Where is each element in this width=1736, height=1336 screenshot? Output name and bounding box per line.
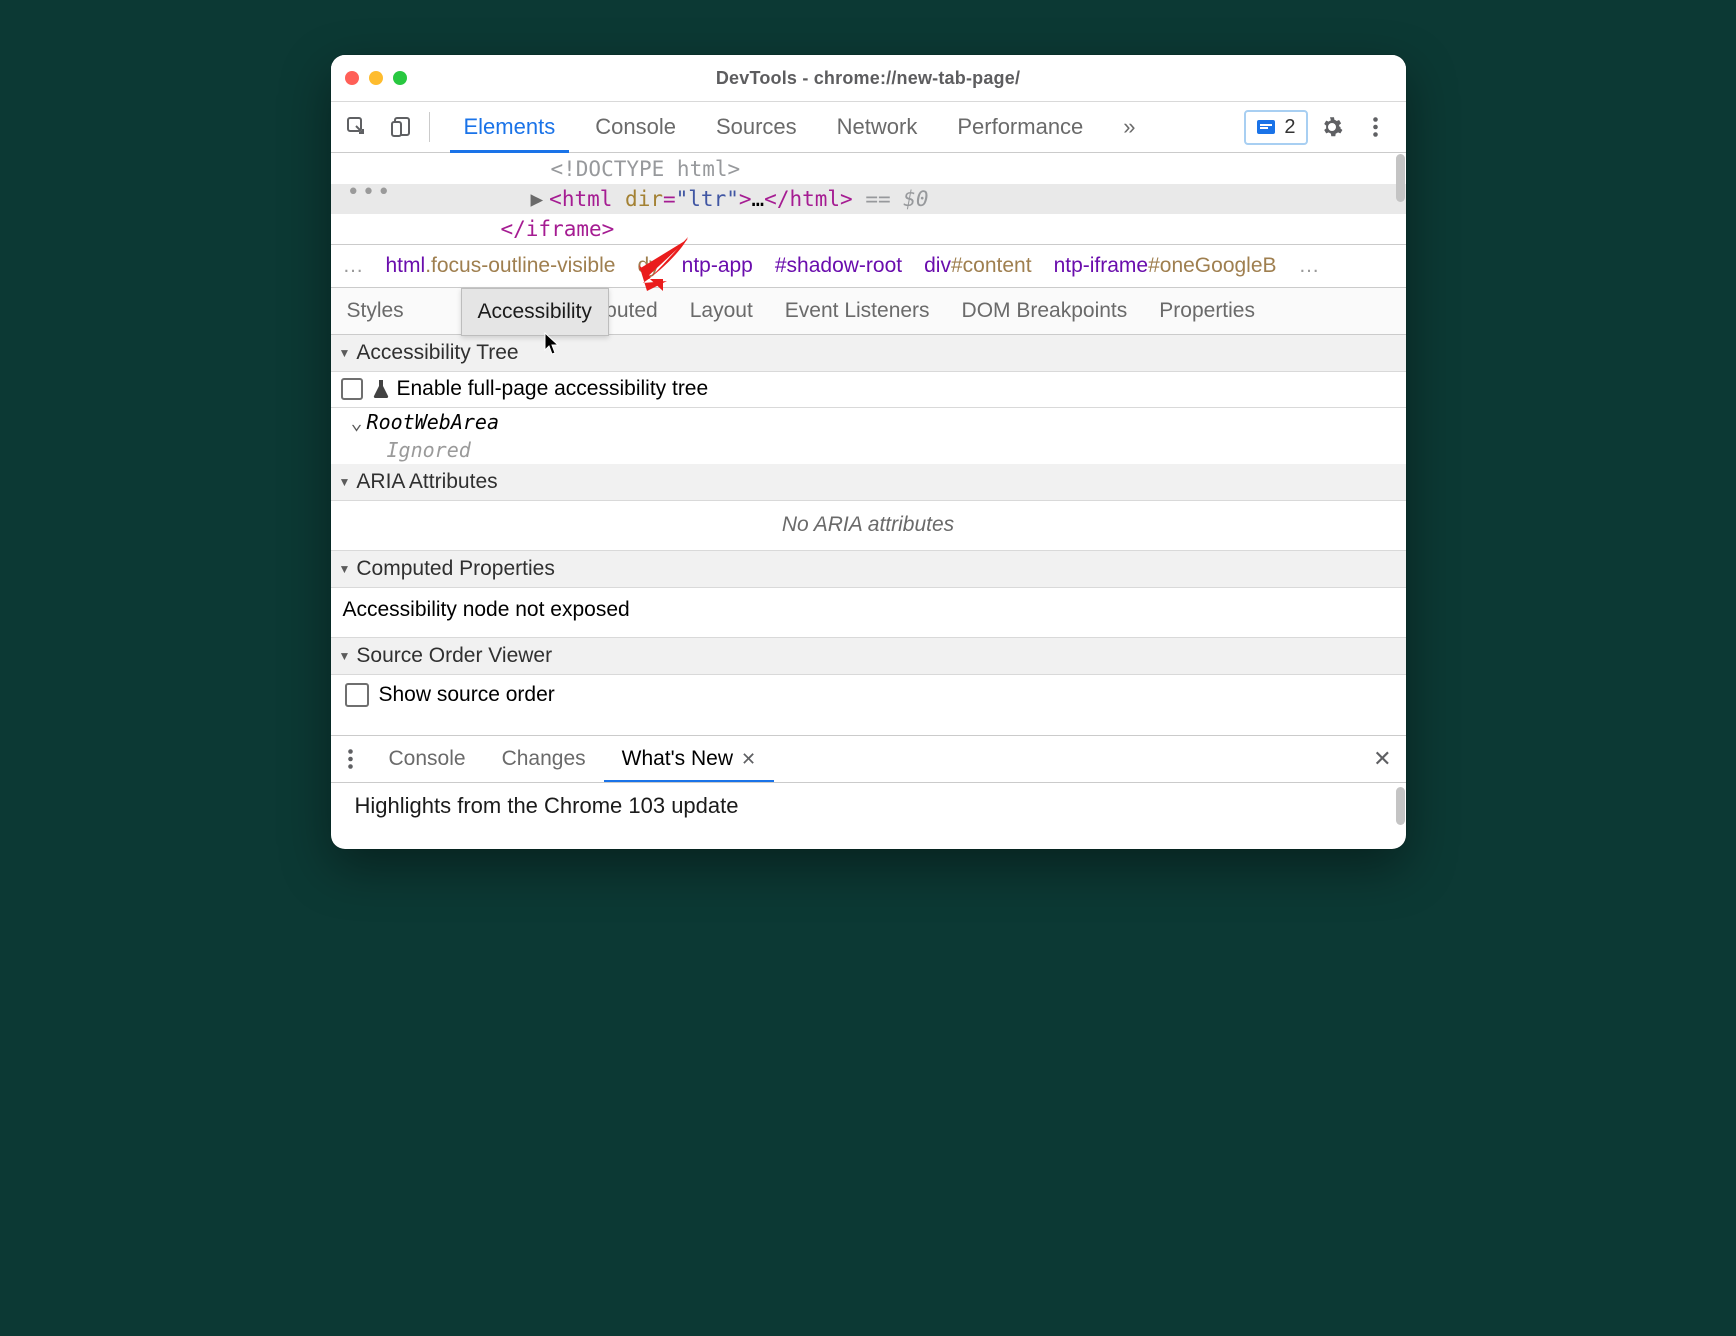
computed-msg: Accessibility node not exposed: [331, 588, 1406, 638]
chevron-down-icon: ▼: [339, 475, 351, 489]
crumb-shadow-root[interactable]: #shadow-root: [775, 254, 902, 278]
cursor-icon: [544, 332, 560, 356]
scrollbar-thumb[interactable]: [1396, 787, 1405, 825]
issues-icon: [1256, 118, 1276, 136]
panel-tab-dom-breakpoints[interactable]: DOM Breakpoints: [946, 288, 1144, 334]
traffic-zoom[interactable]: [393, 71, 407, 85]
main-tabs: Elements Console Sources Network Perform…: [444, 102, 1156, 152]
tree-ignored[interactable]: Ignored: [331, 436, 1406, 464]
section-computed-properties[interactable]: ▼ Computed Properties: [331, 551, 1406, 588]
section-title: Computed Properties: [356, 557, 554, 581]
drawer-close-icon[interactable]: ✕: [1359, 746, 1405, 772]
chevron-down-icon: ▼: [339, 346, 351, 360]
crumb-body-partial[interactable]: dy: [637, 254, 659, 278]
drawer-headline: Highlights from the Chrome 103 update: [355, 793, 739, 818]
crumb-html[interactable]: html.focus-outline-visible: [386, 254, 616, 278]
drawer-tab-console[interactable]: Console: [371, 736, 484, 782]
label-enable-full-page-tree: Enable full-page accessibility tree: [397, 377, 709, 400]
section-title: Source Order Viewer: [356, 644, 552, 668]
checkbox-show-source-order[interactable]: [345, 683, 369, 707]
checkbox-enable-full-page-tree[interactable]: [341, 378, 363, 400]
crumb-ntp-iframe[interactable]: ntp-iframe#oneGoogleB: [1054, 254, 1277, 278]
dom-line-iframe-close[interactable]: </iframe>: [331, 214, 1406, 244]
divider: [429, 112, 430, 142]
drawer-tab-changes[interactable]: Changes: [484, 736, 604, 782]
chevron-down-icon: ▼: [339, 649, 351, 663]
flask-icon: [373, 379, 389, 399]
close-tab-icon[interactable]: ✕: [741, 749, 756, 770]
row-show-source-order: Show source order: [331, 675, 1406, 735]
issues-button[interactable]: 2: [1244, 110, 1307, 145]
tree-root[interactable]: ⌄RootWebArea: [331, 408, 1406, 436]
traffic-close[interactable]: [345, 71, 359, 85]
tab-performance[interactable]: Performance: [937, 102, 1103, 152]
caret-down-icon: ⌄: [351, 410, 363, 434]
window-title: DevTools - chrome://new-tab-page/: [331, 68, 1406, 89]
traffic-lights: [345, 71, 407, 85]
expand-icon[interactable]: ▶: [531, 184, 544, 214]
dom-tree[interactable]: ••• <!DOCTYPE html> ▶<html dir="ltr">…</…: [331, 153, 1406, 244]
dom-line-html[interactable]: ▶<html dir="ltr">…</html> == $0: [331, 184, 1406, 214]
tab-elements[interactable]: Elements: [444, 102, 576, 152]
section-accessibility-tree[interactable]: ▼ Accessibility Tree: [331, 335, 1406, 372]
tabs-overflow[interactable]: »: [1103, 102, 1155, 152]
devtools-window: DevTools - chrome://new-tab-page/ Elemen…: [331, 55, 1406, 849]
drawer-tabs: Console Changes What's New ✕ ✕: [331, 735, 1406, 782]
label-show-source-order: Show source order: [379, 683, 555, 706]
crumb-overflow-right[interactable]: …: [1299, 254, 1320, 278]
kebab-icon[interactable]: [1356, 117, 1396, 137]
tab-network[interactable]: Network: [817, 102, 938, 152]
crumb-div-content[interactable]: div#content: [924, 254, 1031, 278]
tab-console[interactable]: Console: [575, 102, 696, 152]
drawer-body: Highlights from the Chrome 103 update: [331, 782, 1406, 849]
crumb-overflow-left[interactable]: …: [343, 254, 364, 278]
drawer-tab-whats-new[interactable]: What's New ✕: [604, 736, 774, 782]
scrollbar-thumb[interactable]: [1396, 154, 1405, 202]
device-toggle-icon[interactable]: [381, 107, 421, 147]
chevron-down-icon: ▼: [339, 562, 351, 576]
panel-tab-styles[interactable]: Styles: [331, 288, 420, 334]
section-title: Accessibility Tree: [356, 341, 518, 365]
issues-count: 2: [1284, 116, 1295, 139]
dom-line-doctype[interactable]: <!DOCTYPE html>: [331, 154, 1406, 184]
tab-sources[interactable]: Sources: [696, 102, 817, 152]
section-aria-attributes[interactable]: ▼ ARIA Attributes: [331, 464, 1406, 501]
main-toolbar: Elements Console Sources Network Perform…: [331, 102, 1406, 153]
aria-empty-msg: No ARIA attributes: [331, 501, 1406, 551]
row-enable-full-page-tree: Enable full-page accessibility tree: [331, 372, 1406, 408]
inspect-icon[interactable]: [337, 107, 377, 147]
panel-tab-event-listeners[interactable]: Event Listeners: [769, 288, 946, 334]
panel-tab-layout[interactable]: Layout: [674, 288, 769, 334]
drawer-kebab-icon[interactable]: [331, 749, 371, 769]
titlebar: DevTools - chrome://new-tab-page/: [331, 55, 1406, 102]
panel-tab-accessibility-dragging[interactable]: Accessibility: [461, 288, 609, 336]
settings-icon[interactable]: [1312, 115, 1352, 139]
traffic-minimize[interactable]: [369, 71, 383, 85]
breadcrumb: … html.focus-outline-visible dy ntp-app …: [331, 244, 1406, 287]
crumb-ntp-app[interactable]: ntp-app: [682, 254, 753, 278]
section-title: ARIA Attributes: [356, 470, 497, 494]
section-source-order-viewer[interactable]: ▼ Source Order Viewer: [331, 638, 1406, 675]
sidebar-panel-tabs: Styles mputed Layout Event Listeners DOM…: [331, 287, 1406, 335]
panel-tab-properties[interactable]: Properties: [1143, 288, 1271, 334]
drawer-tab-label: What's New: [622, 747, 733, 771]
